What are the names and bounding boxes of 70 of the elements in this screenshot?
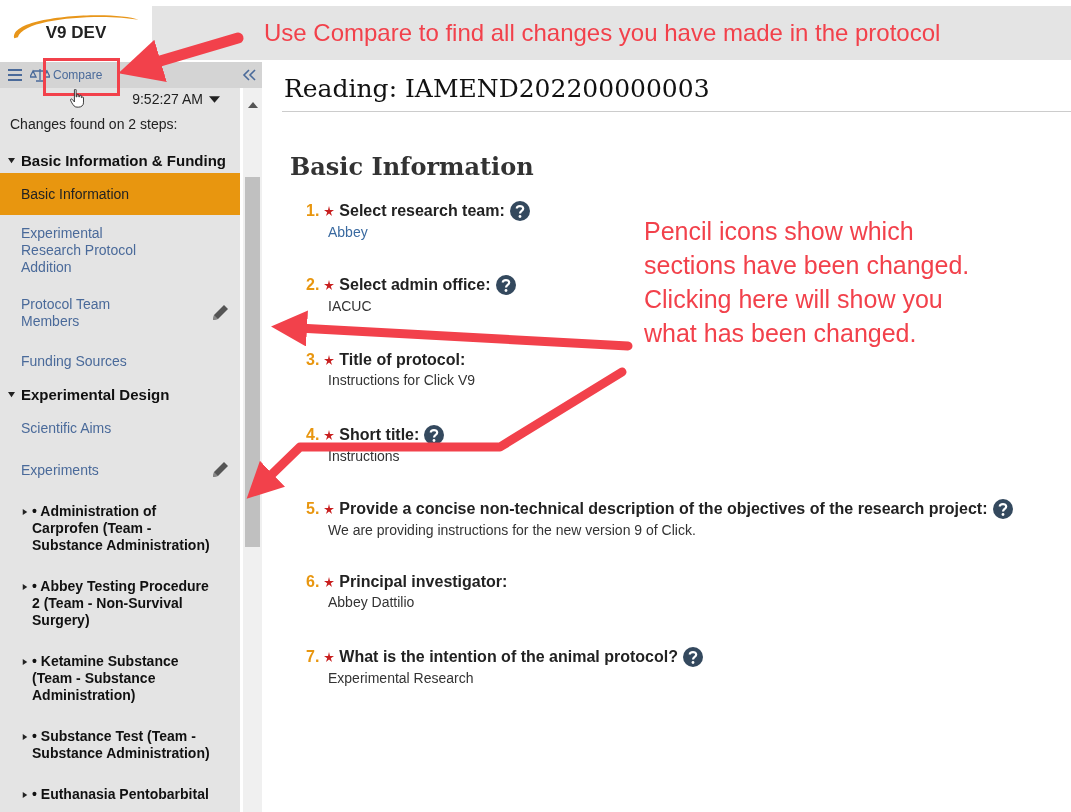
question-label: Select research team:: [339, 202, 505, 220]
annotation-text: Use Compare to find all changes you have made in the protocol: [264, 19, 941, 47]
caret-icon[interactable]: [22, 733, 28, 741]
page-title: Reading: IAMEND202200000003: [282, 60, 1071, 112]
answer-text: Instructions: [328, 448, 400, 464]
question-number: 3.: [306, 351, 320, 369]
annotation-text: Pencil icons show which sections have been changed. Clicking here will show you what has been changed.: [644, 216, 971, 349]
nav-item[interactable]: Protocol Team Members: [0, 286, 240, 340]
help-icon[interactable]: [683, 647, 703, 667]
caret-icon[interactable]: [8, 157, 15, 164]
step-item[interactable]: • Ketamine Substance (Team - Substance Administration): [32, 653, 210, 704]
changes-summary: Changes found on 2 steps:: [10, 116, 178, 134]
step-item[interactable]: • Abbey Testing Procedure 2 (Team - Non-Survival Surgery): [32, 578, 210, 629]
pencil-icon[interactable]: [210, 460, 230, 480]
answer-text: Abbey Dattilio: [328, 594, 415, 610]
nav-item[interactable]: Scientific Aims: [0, 407, 240, 449]
date-dropdown[interactable]: 9:52:27 AM: [132, 91, 203, 107]
nav-item[interactable]: Experimental Research Protocol Addition: [0, 215, 240, 286]
question-label: Provide a concise non-technical description of the objectives of the research project:: [339, 500, 988, 518]
question-label: What is the intention of the animal protocol?: [339, 648, 678, 666]
nav-item[interactable]: Funding Sources: [0, 340, 240, 382]
answer-text: IACUC: [328, 298, 372, 314]
collapse-icon[interactable]: [242, 69, 256, 81]
required-icon: [324, 280, 335, 290]
caret-icon[interactable]: [22, 791, 28, 799]
question-number: 7.: [306, 648, 320, 666]
question-number: 1.: [306, 202, 320, 220]
question-number: 6.: [306, 573, 320, 591]
question-label: Short title:: [339, 426, 420, 444]
step-item[interactable]: • Administration of Carprofen (Team - Substance Administration): [32, 503, 210, 554]
required-icon: [324, 504, 335, 514]
required-icon: [324, 206, 335, 216]
scroll-up-icon[interactable]: [248, 102, 258, 108]
nav-item[interactable]: Basic Information: [0, 173, 240, 215]
scale-icon: [30, 68, 50, 82]
pencil-icon[interactable]: [210, 303, 230, 323]
help-icon[interactable]: [509, 201, 530, 221]
question-label: Select admin office:: [339, 276, 491, 294]
help-icon[interactable]: [424, 425, 445, 445]
required-icon: [324, 652, 335, 662]
nav-item[interactable]: Experiments: [0, 449, 240, 491]
answer-text[interactable]: Abbey: [328, 224, 368, 240]
compare-button[interactable]: Compare: [30, 68, 103, 82]
caret-icon[interactable]: [22, 583, 28, 591]
step-item[interactable]: • Substance Test (Team - Substance Administration): [32, 728, 210, 762]
help-icon[interactable]: [495, 275, 516, 295]
question-label: Principal investigator:: [339, 573, 508, 591]
caret-icon[interactable]: [22, 658, 28, 666]
caret-icon[interactable]: [8, 391, 15, 398]
question-number: 2.: [306, 276, 320, 294]
scrollbar[interactable]: [243, 88, 262, 812]
question-number: 5.: [306, 500, 320, 518]
dropdown-arrow-icon[interactable]: [209, 95, 220, 103]
help-icon[interactable]: [992, 499, 1013, 519]
logo-text: V9 DEV: [45, 23, 107, 43]
question-label: Title of protocol:: [339, 351, 466, 369]
answer-text: We are providing instructions for the new version 9 of Click.: [328, 522, 696, 538]
required-icon: [324, 430, 335, 440]
required-icon: [324, 355, 335, 365]
section-heading: Basic Information: [289, 151, 535, 183]
caret-icon[interactable]: [22, 508, 28, 516]
hand-cursor-icon: [70, 89, 84, 108]
section-header[interactable]: Experimental Design: [21, 386, 170, 403]
menu-icon[interactable]: [8, 69, 22, 81]
step-item[interactable]: • Euthanasia Pentobarbital: [32, 786, 209, 803]
section-header[interactable]: Basic Information & Funding: [21, 152, 226, 169]
question-number: 4.: [306, 426, 320, 444]
required-icon: [324, 577, 335, 587]
answer-text: Instructions for Click V9: [328, 372, 476, 388]
answer-text: Experimental Research: [328, 670, 474, 686]
